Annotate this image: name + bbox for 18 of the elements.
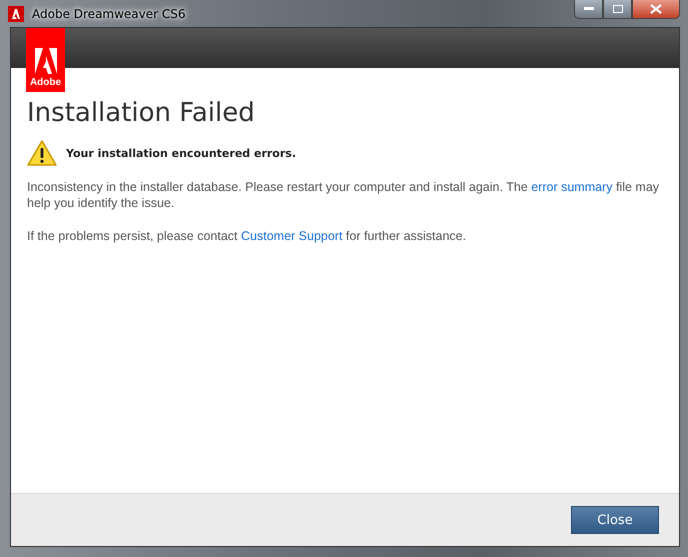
text-link[interactable]: error summary [531, 180, 612, 194]
close-icon [650, 4, 662, 14]
minimize-icon [584, 7, 594, 11]
window-title: Adobe Dreamweaver CS6 [32, 6, 186, 20]
close-dialog-button[interactable]: Close [571, 506, 659, 534]
page-heading: Installation Failed [27, 98, 256, 128]
adobe-a-icon [34, 48, 56, 74]
minimize-button[interactable] [574, 0, 603, 19]
warning-icon [27, 140, 57, 167]
message-paragraph: Inconsistency in the installer database. Please restart your computer and install again. The error summary file may help you identify the issue. [27, 179, 660, 211]
app-icon [8, 6, 24, 22]
close-button[interactable] [632, 0, 680, 19]
message-paragraph: If the problems persist, please contact Customer Support for further assistance. [27, 228, 468, 244]
maximize-icon [612, 5, 622, 13]
alert-message: Your installation encountered errors. [66, 147, 296, 160]
logo-text: Adobe [30, 77, 62, 88]
text-link[interactable]: Customer Support [241, 229, 342, 243]
maximize-button[interactable] [603, 0, 632, 19]
